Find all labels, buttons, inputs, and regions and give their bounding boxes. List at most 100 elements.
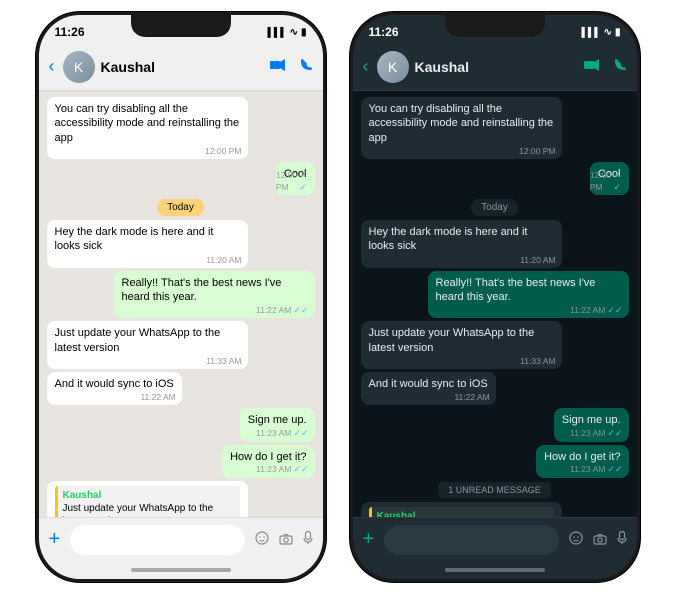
message-time: 11:20 AM: [520, 255, 555, 266]
home-bar: [39, 561, 323, 579]
quote-author: Kaushal: [377, 510, 549, 517]
message-bubble-received: You can try disabling all the accessibil…: [361, 97, 562, 159]
message-time: 12:00 PM: [519, 146, 555, 157]
power-button: [324, 115, 326, 155]
phone-call-icon[interactable]: [300, 58, 313, 76]
read-ticks: ✓✓: [607, 305, 622, 317]
unread-divider: 1 UNREAD MESSAGE: [361, 485, 629, 495]
date-divider: Today: [361, 202, 629, 213]
message-bubble-received: Hey the dark mode is here and it looks s…: [47, 220, 248, 268]
status-time: 11:26: [369, 25, 399, 39]
message-bubble-sent: Sign me up.11:23 AM ✓✓: [240, 408, 315, 441]
signal-icon: ▌▌▌: [581, 27, 600, 37]
battery-icon: ▮: [615, 27, 621, 38]
message-text: Hey the dark mode is here and it looks s…: [369, 226, 528, 252]
microphone-button[interactable]: [303, 529, 313, 550]
phone-call-icon[interactable]: [614, 58, 627, 76]
message-text: Sign me up.: [248, 414, 307, 426]
battery-icon: ▮: [301, 27, 307, 38]
avatar[interactable]: K: [63, 51, 95, 83]
avatar-image: K: [63, 51, 95, 83]
read-ticks: ✓✓: [293, 428, 308, 440]
add-attachment-button[interactable]: +: [363, 528, 375, 551]
back-button[interactable]: ‹: [363, 56, 369, 77]
message-time: 12:00 PM ✓✓: [590, 170, 623, 193]
message-text: You can try disabling all the accessibil…: [369, 103, 554, 144]
message-bubble-sent: Sign me up. 11:23 AM ✓✓: [554, 408, 629, 441]
message-bubble-received-quote: KaushalJust update your WhatsApp to the …: [361, 502, 562, 517]
message-bubble-sent: Cool12:00 PM ✓✓: [590, 162, 629, 195]
avatar[interactable]: K: [377, 51, 409, 83]
message-bubble-sent: Really!! That's the best news I've heard…: [114, 271, 315, 319]
message-time: 11:23 AM ✓✓: [570, 428, 622, 440]
chat-input-bar: +: [353, 517, 637, 561]
quote-text: Just update your WhatsApp to the latest …: [63, 502, 235, 517]
message-text: How do I get it?: [230, 451, 306, 463]
message-time: 11:33 AM: [206, 356, 241, 367]
message-bubble-sent: How do I get it?11:23 AM ✓✓: [222, 445, 314, 478]
notch: [131, 15, 231, 37]
notch: [445, 15, 545, 37]
message-time: 11:23 AM ✓✓: [570, 464, 622, 476]
message-input[interactable]: [70, 525, 244, 555]
message-time: 11:22 AM ✓✓: [256, 305, 308, 317]
signal-icon: ▌▌▌: [267, 27, 286, 37]
message-time: 12:00 PM ✓✓: [276, 170, 309, 193]
message-text: Sign me up.: [562, 414, 621, 426]
read-ticks: ✓✓: [293, 305, 308, 317]
status-icons: ▌▌▌∿▮: [267, 27, 306, 38]
message-bubble-received: Just update your WhatsApp to the latest …: [47, 321, 248, 369]
phone-dark: 11:26 ▌▌▌ ∿▮ ‹ K Kaushal You can try disabling…: [350, 12, 640, 582]
video-call-icon[interactable]: [270, 58, 286, 76]
header-action-icons: [270, 58, 313, 76]
volume-up-button: [36, 105, 38, 133]
message-bubble-received: And it would sync to iOS11:22 AM: [47, 372, 182, 405]
chat-header: ‹ K Kaushal: [39, 43, 323, 91]
back-button[interactable]: ‹: [49, 56, 55, 77]
message-bubble-received-quote: KaushalJust update your WhatsApp to the …: [47, 481, 248, 517]
home-bar: [353, 561, 637, 579]
message-text: Just update your WhatsApp to the latest …: [369, 327, 535, 353]
message-time: 11:22 AM ✓✓: [570, 305, 622, 317]
volume-down-button: [36, 141, 38, 169]
contact-name[interactable]: Kaushal: [415, 59, 578, 75]
quote-author: Kaushal: [63, 489, 235, 502]
read-ticks: ✓✓: [607, 464, 622, 476]
message-bubble-received: Just update your WhatsApp to the latest …: [361, 321, 562, 369]
message-text: Really!! That's the best news I've heard…: [436, 277, 596, 303]
quote-block: KaushalJust update your WhatsApp to the …: [55, 486, 240, 517]
message-text: How do I get it?: [544, 451, 620, 463]
date-divider: Today: [47, 202, 315, 213]
wifi-icon: ∿: [604, 27, 612, 38]
read-ticks: ✓✓: [300, 170, 309, 193]
message-text: Really!! That's the best news I've heard…: [122, 277, 282, 303]
message-text: And it would sync to iOS: [55, 378, 174, 390]
read-ticks: ✓✓: [607, 428, 622, 440]
message-input[interactable]: [384, 525, 558, 555]
power-button: [638, 115, 640, 155]
message-time: 11:33 AM: [520, 356, 555, 367]
add-attachment-button[interactable]: +: [49, 528, 61, 551]
message-bubble-received: And it would sync to iOS11:22 AM: [361, 372, 496, 405]
camera-button[interactable]: [593, 529, 607, 550]
emoji-button[interactable]: [255, 529, 269, 550]
message-text: Just update your WhatsApp to the latest …: [55, 327, 221, 353]
status-time: 11:26: [55, 25, 85, 39]
home-bar-indicator: [131, 568, 231, 572]
emoji-button[interactable]: [569, 529, 583, 550]
camera-button[interactable]: [279, 529, 293, 550]
message-time: 11:23 AM ✓✓: [256, 464, 308, 476]
status-icons: ▌▌▌ ∿▮: [581, 27, 620, 38]
chat-header: ‹ K Kaushal: [353, 43, 637, 91]
contact-name[interactable]: Kaushal: [101, 59, 264, 75]
message-bubble-sent: Cool12:00 PM ✓✓: [276, 162, 315, 195]
read-ticks: ✓✓: [614, 170, 623, 193]
phone-screen: 11:26▌▌▌∿▮‹KKaushalYou can try disabling…: [39, 15, 323, 579]
microphone-button[interactable]: [617, 529, 627, 550]
home-bar-indicator: [445, 568, 545, 572]
video-call-icon[interactable]: [584, 58, 600, 76]
read-ticks: ✓✓: [293, 464, 308, 476]
message-bubble-sent: Really!! That's the best news I've heard…: [428, 271, 629, 319]
message-text: And it would sync to iOS: [369, 378, 488, 390]
message-bubble-sent: How do I get it?11:23 AM ✓✓: [536, 445, 628, 478]
